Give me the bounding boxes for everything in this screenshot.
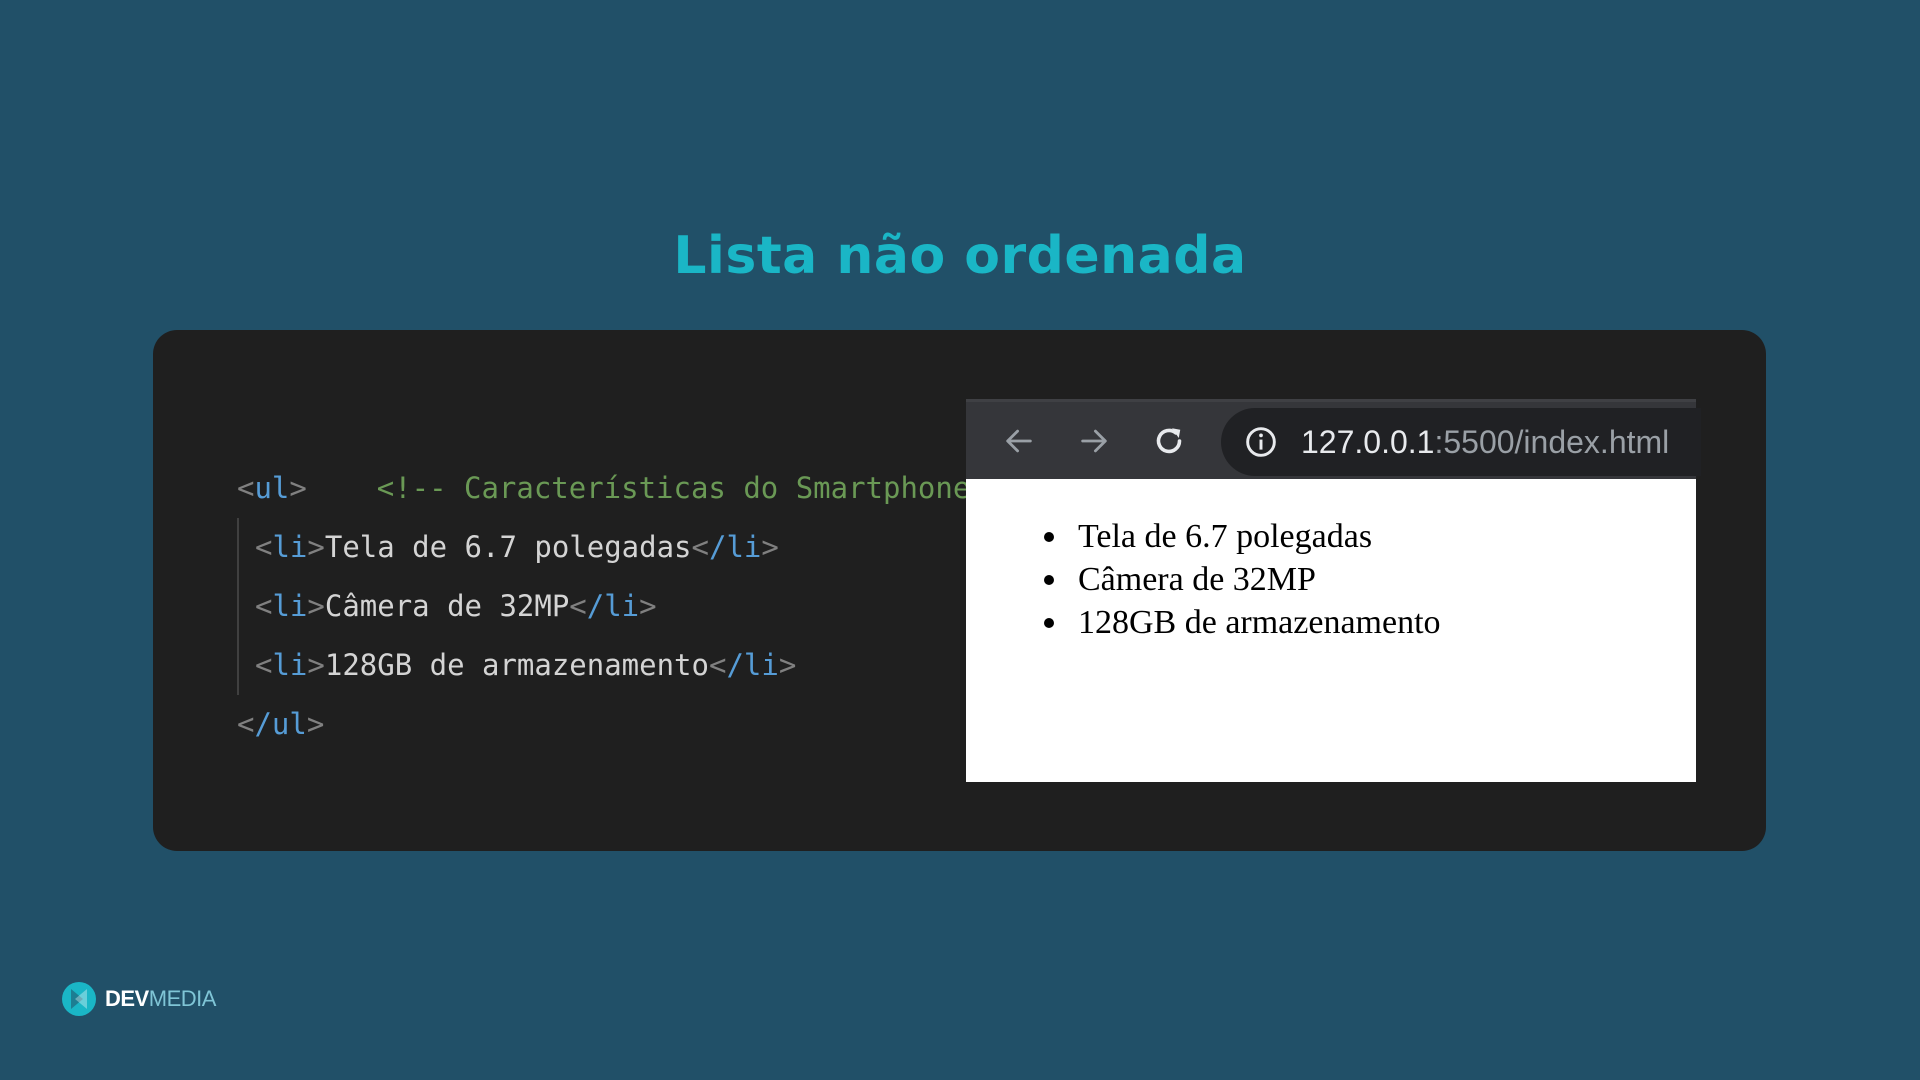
- list-item: Tela de 6.7 polegadas: [1044, 515, 1441, 558]
- tag-li-open: li: [272, 530, 308, 564]
- bracket: >: [307, 648, 325, 682]
- code-editor: <!-- Características do Smartphone --> <…: [237, 400, 1058, 754]
- bracket: <: [255, 530, 273, 564]
- info-icon[interactable]: [1245, 426, 1277, 458]
- bracket: >: [306, 707, 325, 741]
- li-text: Câmera de 32MP: [324, 589, 570, 623]
- code-comment-line: <!-- Características do Smartphone -->: [237, 400, 1058, 505]
- reload-button[interactable]: [1144, 416, 1194, 466]
- bracket: >: [289, 471, 307, 505]
- devmedia-logo: DEVMEDIA: [61, 981, 216, 1017]
- bracket: <: [255, 648, 273, 682]
- code-li-line: <li>128GB de armazenamento</li>: [255, 636, 1058, 695]
- bracket: <: [569, 589, 587, 623]
- bracket: >: [307, 530, 325, 564]
- bracket: <: [691, 530, 709, 564]
- url-host: 127.0.0.1: [1301, 424, 1435, 460]
- forward-arrow-icon: [1081, 429, 1107, 453]
- bracket: <: [255, 589, 273, 623]
- list-item: Câmera de 32MP: [1044, 558, 1441, 601]
- devmedia-logo-icon: [62, 982, 96, 1016]
- reload-icon: [1156, 428, 1182, 454]
- tag-li-close: /li: [708, 530, 762, 564]
- slide-title: Lista não ordenada: [673, 226, 1247, 286]
- slide: Lista não ordenada <!-- Características …: [0, 0, 1920, 1080]
- tag-li-close: /li: [586, 589, 640, 623]
- code-ul-close-line: </ul>: [237, 695, 1058, 754]
- bracket: <: [708, 648, 727, 682]
- bracket: >: [307, 589, 325, 623]
- url-text[interactable]: 127.0.0.1:5500/index.html: [1301, 408, 1669, 476]
- url-path: :5500/index.html: [1434, 424, 1670, 460]
- tag-li-open: li: [272, 648, 308, 682]
- browser-toolbar: 127.0.0.1:5500/index.html: [966, 399, 1701, 479]
- bracket: >: [761, 530, 779, 564]
- browser-window: 127.0.0.1:5500/index.html Tela de 6.7 po…: [966, 399, 1701, 782]
- rendered-unordered-list: Tela de 6.7 polegadas Câmera de 32MP 128…: [1044, 515, 1441, 644]
- bracket: >: [778, 648, 797, 682]
- logo-media-text: MEDIA: [148, 986, 217, 1011]
- tag-ul-open: ul: [254, 471, 290, 505]
- browser-page-content: Tela de 6.7 polegadas Câmera de 32MP 128…: [966, 479, 1696, 782]
- tag-ul-close: /ul: [254, 707, 307, 741]
- li-text: Tela de 6.7 polegadas: [324, 530, 692, 564]
- li-text: 128GB de armazenamento: [324, 648, 709, 682]
- bracket: <: [237, 471, 255, 505]
- back-button[interactable]: [994, 416, 1044, 466]
- list-item: 128GB de armazenamento: [1044, 601, 1441, 644]
- back-arrow-icon: [1006, 429, 1032, 453]
- code-li-line: <li>Tela de 6.7 polegadas</li>: [255, 518, 1058, 577]
- code-comment: <!-- Características do Smartphone -->: [376, 471, 1058, 505]
- bracket: <: [237, 707, 255, 741]
- bracket: >: [639, 589, 657, 623]
- code-example-card: <!-- Características do Smartphone --> <…: [153, 330, 1766, 851]
- forward-button[interactable]: [1069, 416, 1119, 466]
- code-li-line: <li>Câmera de 32MP</li>: [255, 577, 1058, 636]
- devmedia-logo-text: DEVMEDIA: [105, 986, 216, 1012]
- address-bar[interactable]: 127.0.0.1:5500/index.html: [1221, 408, 1701, 476]
- logo-dev-text: DEV: [105, 986, 149, 1011]
- code-indent-block: <li>Tela de 6.7 polegadas</li> <li>Câmer…: [237, 518, 1058, 695]
- tag-li-close: /li: [726, 648, 779, 682]
- tag-li-open: li: [272, 589, 308, 623]
